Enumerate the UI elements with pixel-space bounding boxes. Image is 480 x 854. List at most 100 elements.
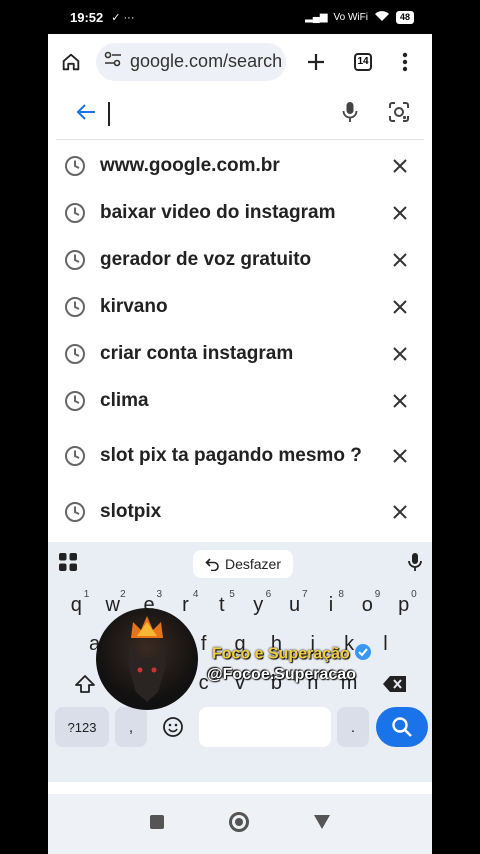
back-arrow-icon[interactable]: [76, 103, 96, 126]
apps-grid-icon[interactable]: [58, 552, 78, 577]
recents-button[interactable]: [149, 814, 165, 835]
plus-icon: [308, 53, 324, 70]
remove-icon[interactable]: [392, 158, 408, 174]
search-input-caret[interactable]: [108, 102, 110, 126]
symbols-key[interactable]: ?123: [55, 707, 109, 747]
menu-button[interactable]: [402, 52, 408, 72]
search-key[interactable]: [376, 707, 428, 747]
status-right: ▂▄▆ Vo WiFi 48: [305, 10, 414, 25]
suggestion-text: slotpix: [100, 500, 162, 522]
suggestion-text: slot pix ta pagando mesmo ?: [100, 445, 362, 466]
undo-icon: [205, 558, 219, 571]
home-icon: [62, 53, 80, 70]
home-nav-button[interactable]: [228, 811, 250, 838]
key[interactable]: i8: [315, 589, 347, 622]
browser-window: google.com/search 14 www.google.com.br b…: [48, 34, 432, 854]
watermark-handle: @Focoe.Superacao: [207, 666, 356, 683]
remove-icon[interactable]: [392, 252, 408, 268]
signal-icon: ▂▄▆: [305, 11, 328, 23]
suggestion-item[interactable]: slotpix: [48, 488, 432, 535]
back-nav-button[interactable]: [313, 814, 331, 835]
volte-label: Vo WiFi: [333, 11, 368, 23]
site-settings-icon[interactable]: [104, 51, 122, 72]
suggestion-text: criar conta instagram: [100, 342, 294, 364]
suggestion-text: www.google.com.br: [100, 154, 280, 176]
comma-key[interactable]: ,: [115, 707, 147, 747]
suggestion-item[interactable]: criar conta instagram: [48, 330, 432, 377]
search-box[interactable]: [56, 89, 424, 139]
emoji-key[interactable]: [153, 707, 193, 747]
system-nav-bar: [48, 794, 432, 854]
mic-icon[interactable]: [342, 101, 358, 128]
suggestion-text: kirvano: [100, 295, 168, 317]
history-icon: [65, 296, 85, 317]
history-icon: [65, 249, 85, 270]
key[interactable]: l: [370, 628, 402, 661]
suggestion-item[interactable]: baixar video do instagram: [48, 189, 432, 236]
more-vert-icon: [402, 52, 408, 71]
undo-label: Desfazer: [224, 556, 282, 572]
backspace-icon: [383, 675, 407, 692]
notification-icons: ✓ ···: [111, 11, 135, 24]
suggestion-list: www.google.com.br baixar video do instag…: [48, 142, 432, 535]
verified-icon: [354, 643, 372, 666]
history-icon: [65, 155, 85, 176]
lens-icon[interactable]: [388, 101, 410, 128]
key-row-1: q1 w2 e3 r4 t5 y6 u7 i8 o9 p0: [48, 586, 432, 625]
wolf-icon: [128, 644, 166, 702]
suggestion-text: clima: [100, 389, 149, 411]
key[interactable]: o9: [351, 589, 383, 622]
suggestion-text: gerador de voz gratuito: [100, 248, 312, 270]
suggestion-item[interactable]: kirvano: [48, 283, 432, 330]
suggestion-item[interactable]: slot pix ta pagando mesmo ?: [48, 424, 432, 488]
suggestion-item[interactable]: gerador de voz gratuito: [48, 236, 432, 283]
watermark-avatar: [96, 608, 198, 710]
keyboard-toolbar: Desfazer: [48, 542, 432, 586]
suggestion-text: baixar video do instagram: [100, 201, 336, 223]
tab-count: 14: [354, 52, 372, 71]
watermark-name: Foco e Superação: [212, 643, 372, 666]
key[interactable]: y6: [242, 589, 274, 622]
key[interactable]: p0: [388, 589, 420, 622]
wifi-icon: [374, 10, 390, 25]
suggestion-item[interactable]: clima: [48, 377, 432, 424]
keyboard-mic-icon[interactable]: [408, 552, 422, 577]
key[interactable]: u7: [279, 589, 311, 622]
history-icon: [65, 390, 85, 411]
undo-button[interactable]: Desfazer: [192, 550, 294, 578]
crown-icon: [131, 616, 163, 638]
search-icon: [392, 717, 412, 737]
remove-icon[interactable]: [392, 504, 408, 520]
remove-icon[interactable]: [392, 346, 408, 362]
history-icon: [65, 343, 85, 364]
remove-icon[interactable]: [392, 205, 408, 221]
history-icon: [65, 202, 85, 223]
remove-icon[interactable]: [392, 448, 408, 464]
battery-indicator: 48: [395, 10, 414, 24]
status-bar: 19:52 ✓ ··· ▂▄▆ Vo WiFi 48: [48, 0, 432, 34]
triangle-back-icon: [313, 814, 330, 829]
circle-icon: [228, 811, 249, 832]
square-icon: [150, 814, 165, 829]
suggestion-item[interactable]: www.google.com.br: [48, 142, 432, 189]
backspace-key[interactable]: [370, 666, 420, 702]
remove-icon[interactable]: [392, 393, 408, 409]
space-key[interactable]: [199, 707, 331, 747]
new-tab-button[interactable]: [306, 52, 326, 72]
key[interactable]: t5: [206, 589, 238, 622]
home-button[interactable]: [60, 51, 82, 73]
url-bar[interactable]: google.com/search: [96, 42, 286, 81]
shift-icon: [74, 674, 95, 693]
divider: [56, 139, 424, 140]
browser-toolbar: google.com/search 14: [48, 34, 432, 89]
key[interactable]: q1: [60, 589, 92, 622]
url-text: google.com/search: [130, 51, 283, 71]
period-key[interactable]: .: [337, 707, 369, 747]
tab-switcher-button[interactable]: 14: [354, 52, 372, 71]
status-time: 19:52: [70, 9, 104, 25]
history-icon: [65, 446, 85, 466]
remove-icon[interactable]: [392, 299, 408, 315]
key-row-4: ?123 , .: [48, 705, 432, 749]
emoji-icon: [163, 717, 183, 737]
history-icon: [65, 501, 85, 522]
